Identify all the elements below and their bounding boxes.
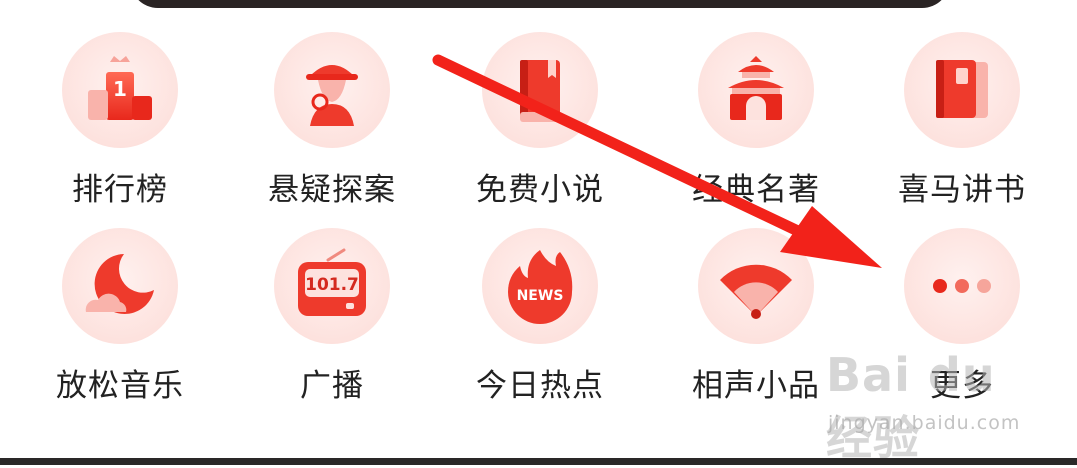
svg-text:101.7: 101.7: [305, 275, 359, 295]
temple-icon: [698, 32, 814, 148]
category-crosstalk[interactable]: 相声小品: [656, 228, 856, 408]
news-flame-icon: NEWS: [482, 228, 598, 344]
moon-cloud-icon: [62, 228, 178, 344]
category-label: 相声小品: [692, 368, 820, 404]
notebook-icon: [904, 32, 1020, 148]
category-label: 悬疑探案: [268, 172, 396, 208]
category-grid: 1 排行榜 悬疑探案 免费小说 经典名著 喜马讲书 放松音乐 101.7 广播 …: [0, 0, 1077, 465]
category-ranking[interactable]: 1 排行榜: [20, 32, 220, 212]
category-radio[interactable]: 101.7 广播: [232, 228, 432, 408]
category-label: 经典名著: [692, 172, 820, 208]
category-label: 喜马讲书: [898, 172, 1026, 208]
fan-icon: [698, 228, 814, 344]
more-dots-icon: [904, 228, 1020, 344]
category-label: 放松音乐: [56, 368, 184, 404]
svg-text:NEWS: NEWS: [517, 288, 564, 304]
category-label: 今日热点: [476, 368, 604, 404]
category-mystery[interactable]: 悬疑探案: [232, 32, 432, 212]
category-label: 广播: [300, 368, 364, 404]
category-label: 更多: [930, 368, 994, 404]
category-more[interactable]: 更多: [862, 228, 1062, 408]
category-label: 排行榜: [72, 172, 168, 208]
detective-icon: [274, 32, 390, 148]
svg-text:1: 1: [113, 77, 127, 101]
category-hot-news[interactable]: NEWS 今日热点: [440, 228, 640, 408]
category-relax-music[interactable]: 放松音乐: [20, 228, 220, 408]
category-label: 免费小说: [476, 172, 604, 208]
book-icon: [482, 32, 598, 148]
radio-icon: 101.7: [274, 228, 390, 344]
category-ximalaya-books[interactable]: 喜马讲书: [862, 32, 1062, 212]
bottom-strip: [0, 458, 1077, 465]
category-free-novels[interactable]: 免费小说: [440, 32, 640, 212]
podium-icon: 1: [62, 32, 178, 148]
category-classics[interactable]: 经典名著: [656, 32, 856, 212]
